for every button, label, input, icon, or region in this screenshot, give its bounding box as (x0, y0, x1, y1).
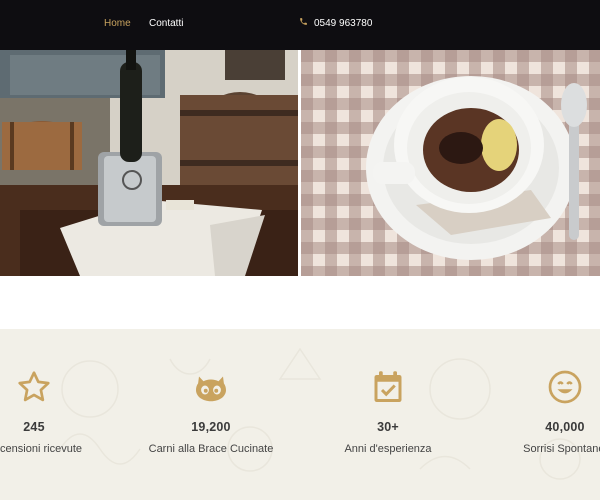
stat-experience-label: Anni d'esperienza (344, 443, 432, 455)
stat-smiles: 40,000 Sorrisi Spontanei (475, 369, 600, 455)
smile-icon (475, 369, 600, 405)
stat-experience: 30+ Anni d'esperienza (298, 369, 478, 455)
stat-grilled-meats: 19,200 Carni alla Brace Cucinate (121, 369, 301, 455)
stats-section: 245 Recensioni ricevute 19,200 Carni all… (0, 329, 600, 500)
chocolate-dessert-photo (301, 50, 600, 276)
stat-grilled-meats-label: Carni alla Brace Cucinate (148, 443, 274, 455)
top-navigation-bar: Home Contatti 0549 963780 (0, 0, 600, 50)
stat-smiles-label: Sorrisi Spontanei (523, 443, 600, 455)
nav-contatti-link[interactable]: Contatti (149, 18, 183, 29)
github-icon (121, 369, 301, 405)
photo-gallery (0, 50, 600, 276)
stat-experience-value: 30+ (377, 420, 399, 434)
stat-reviews-value: 245 (23, 420, 45, 434)
phone-number: 0549 963780 (314, 17, 373, 29)
nav-home-link[interactable]: Home (104, 18, 131, 29)
calendar-check-icon (298, 369, 478, 405)
stat-smiles-value: 40,000 (545, 420, 585, 434)
spacer-section (0, 276, 600, 329)
star-icon (0, 369, 124, 405)
stat-grilled-meats-value: 19,200 (191, 420, 231, 434)
stat-reviews: 245 Recensioni ricevute (0, 369, 124, 455)
stat-reviews-label: Recensioni ricevute (0, 443, 82, 455)
phone-icon (299, 17, 308, 29)
phone-contact[interactable]: 0549 963780 (299, 17, 372, 29)
wine-cellar-photo (0, 50, 298, 276)
